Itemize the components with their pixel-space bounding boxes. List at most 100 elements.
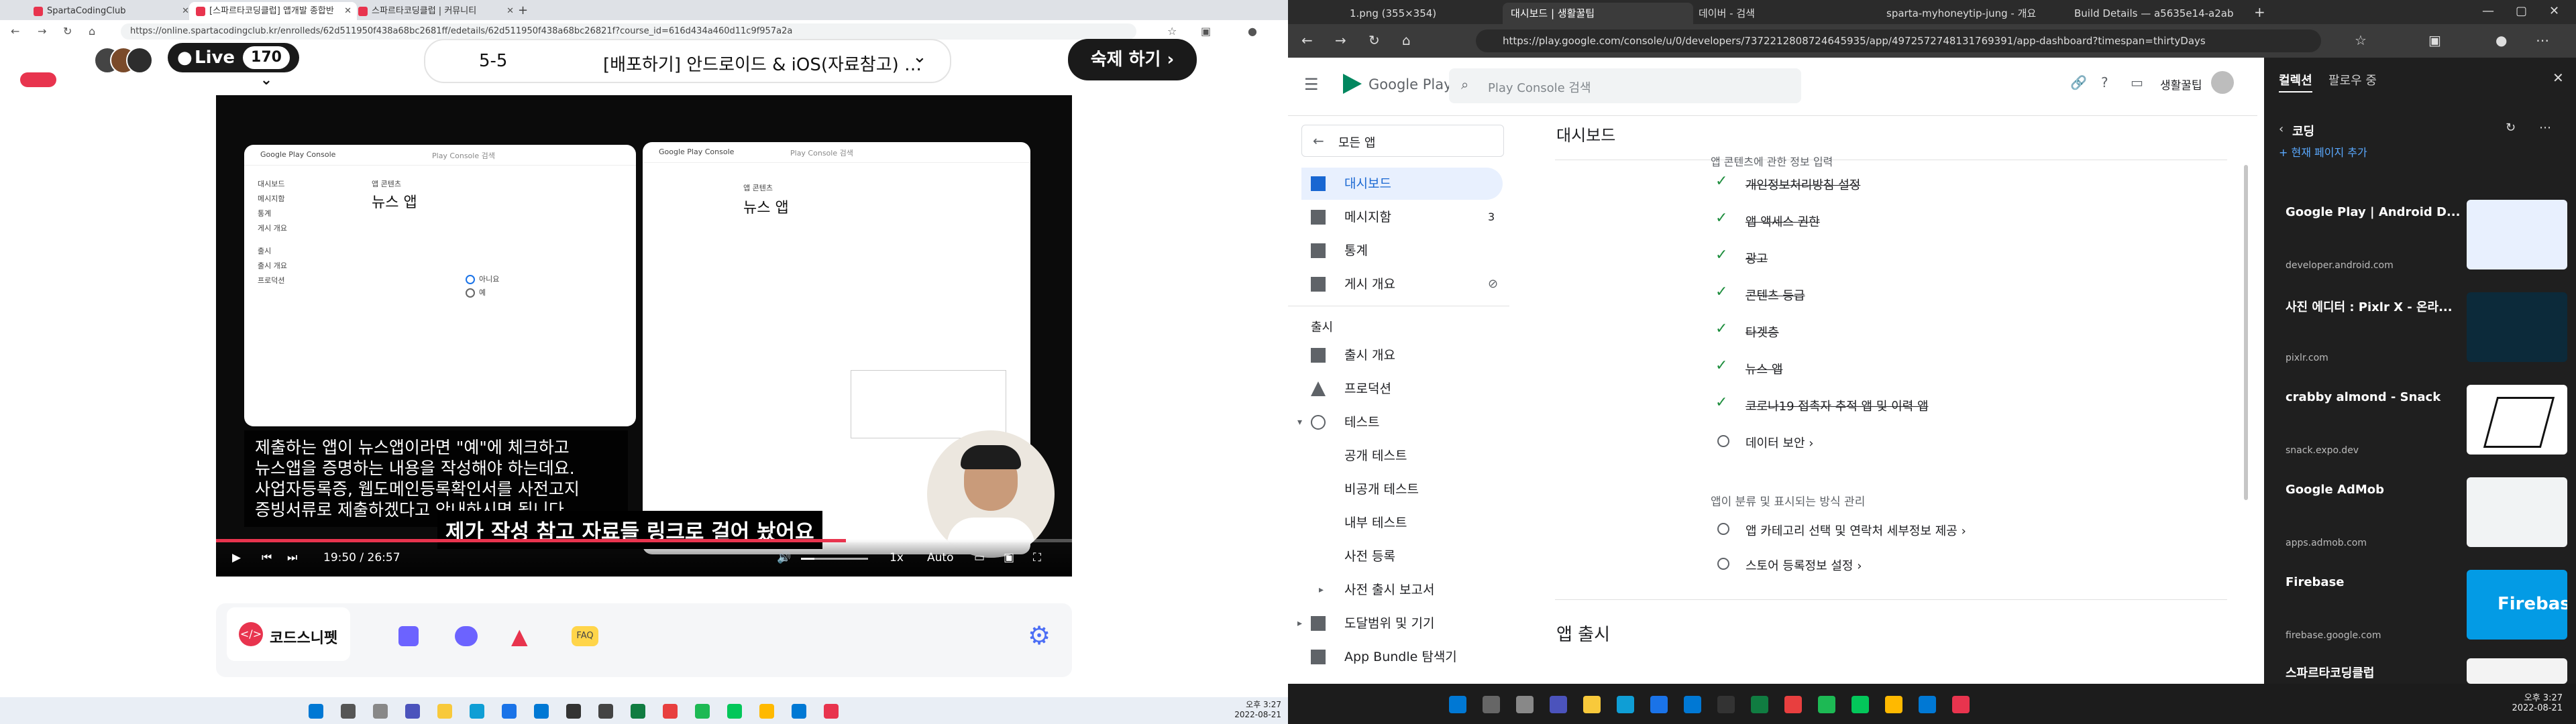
favorite-icon[interactable]: ☆	[2355, 32, 2367, 48]
quality-setting[interactable]: Auto	[927, 551, 953, 564]
homework-button[interactable]: 숙제 하기 ›	[1068, 39, 1197, 80]
browser-tab[interactable]: 1.png (355×354)	[1342, 3, 1505, 24]
gear-icon[interactable]: ⚙	[1028, 621, 1051, 650]
link-icon[interactable]: 🔗	[2070, 74, 2087, 90]
live-button[interactable]: ● Live 170 ⌄	[168, 43, 299, 88]
vscode-icon[interactable]	[1684, 696, 1701, 713]
nav-production[interactable]: 프로덕션	[1301, 373, 1503, 405]
back-icon[interactable]: ←	[1301, 32, 1313, 48]
windows-start-icon[interactable]	[309, 704, 323, 719]
browser-tab[interactable]: Build Details — a5635e14-a2ab	[2066, 3, 2257, 24]
sticky-notes-icon[interactable]	[759, 704, 774, 719]
tab-collections[interactable]: 컬렉션	[2279, 71, 2312, 93]
nav-release-overview[interactable]: 출시 개요	[1301, 339, 1503, 371]
skip-forward-icon[interactable]: ⏭	[287, 551, 297, 564]
profile-icon[interactable]: ●	[2496, 32, 2507, 48]
vscode-icon[interactable]	[792, 704, 806, 719]
app-icon[interactable]	[598, 704, 613, 719]
naver-icon[interactable]	[727, 704, 742, 719]
terminal-icon[interactable]	[1717, 696, 1735, 713]
home-icon[interactable]: ⌂	[89, 25, 95, 38]
collections-icon[interactable]: ▣	[1201, 25, 1211, 38]
task-pending[interactable]: 앱 카테고리 선택 및 연락처 세부정보 제공 ›	[1746, 522, 1966, 539]
chevron-down-icon[interactable]: ⌄	[912, 47, 927, 67]
app-icon[interactable]	[1952, 696, 1970, 713]
browser-tab[interactable]: SpartaCodingClub ✕	[27, 2, 195, 20]
volume-icon[interactable]: 🔊	[777, 551, 791, 564]
scrollbar[interactable]	[2244, 165, 2248, 500]
collection-card[interactable]: Google AdMob apps.admob.com	[2279, 477, 2567, 563]
sticky-notes-icon[interactable]	[1885, 696, 1902, 713]
chevron-down-icon[interactable]: ▾	[1297, 406, 1302, 438]
add-current-page-link[interactable]: + 현재 페이지 추가	[2279, 143, 2367, 160]
collection-card[interactable]: crabby almond - Snack snack.expo.dev	[2279, 385, 2567, 471]
search-icon[interactable]	[341, 704, 356, 719]
close-icon[interactable]: ✕	[2549, 4, 2559, 18]
task-done[interactable]: 코로나19 접촉자 추적 앱 및 이력 앱	[1746, 397, 1929, 414]
nav-publish-overview[interactable]: 게시 개요 ⊘	[1301, 268, 1503, 300]
teams-icon[interactable]	[1550, 696, 1567, 713]
task-view-icon[interactable]	[1516, 696, 1534, 713]
url-field[interactable]: https://play.google.com/console/u/0/deve…	[1476, 29, 2321, 52]
vscode-icon[interactable]	[1919, 696, 1936, 713]
excel-icon[interactable]	[1751, 696, 1768, 713]
nav-internal-test[interactable]: 내부 테스트	[1301, 507, 1503, 539]
favorite-icon[interactable]: ☆	[1167, 25, 1177, 38]
nav-stats[interactable]: 통계	[1301, 235, 1503, 267]
task-done[interactable]: 개인정보처리방침 설정	[1746, 176, 1860, 193]
back-icon[interactable]: ←	[11, 25, 19, 38]
browser-tab[interactable]: 스파르타코딩클럽 | 커뮤니티 ✕	[352, 2, 519, 20]
refresh-icon[interactable]: ↻	[2506, 121, 2516, 135]
more-icon[interactable]: ⋯	[2536, 32, 2549, 48]
url-field[interactable]: https://online.spartacodingclub.kr/enrol…	[121, 23, 1136, 40]
chevron-right-icon[interactable]: ▸	[1297, 607, 1302, 640]
spotify-icon[interactable]	[1818, 696, 1835, 713]
spotify-icon[interactable]	[695, 704, 710, 719]
naver-icon[interactable]	[1851, 696, 1869, 713]
volume-slider[interactable]	[801, 558, 868, 560]
collection-card[interactable]: Firebase firebase.google.com Firebase	[2279, 570, 2567, 656]
youtube-icon[interactable]	[1784, 696, 1802, 713]
profile-icon[interactable]: ●	[1248, 25, 1257, 38]
collections-icon[interactable]: ▣	[2428, 32, 2441, 48]
video-progress-bar[interactable]	[216, 539, 1072, 542]
nav-pre-launch-report[interactable]: ▸ 사전 출시 보고서	[1301, 574, 1503, 606]
console-search[interactable]: ⌕ Play Console 검색	[1449, 68, 1801, 103]
edge-icon[interactable]	[470, 704, 484, 719]
nav-reach-devices[interactable]: ▸ 도달범위 및 기기	[1297, 607, 1503, 640]
chat-icon[interactable]	[455, 626, 478, 646]
forward-icon[interactable]: →	[38, 25, 46, 38]
tab-code-snippet[interactable]: </> 코드스니펫	[227, 607, 350, 661]
tab-following[interactable]: 팔로우 중	[2328, 71, 2377, 88]
windows-start-icon[interactable]	[1449, 696, 1466, 713]
lesson-selector[interactable]: 5-5 [배포하기] 안드로이드 & iOS(자료참고) … ⌄	[424, 39, 951, 83]
help-icon[interactable]: ?	[2101, 74, 2108, 90]
excel-icon[interactable]	[631, 704, 645, 719]
warning-icon[interactable]: ▲	[511, 623, 528, 649]
play-icon[interactable]: ▶	[232, 551, 241, 564]
forward-icon[interactable]: →	[1335, 32, 1346, 48]
browser-tab-active[interactable]: [스파르타코딩클럽] 앱개발 종합반 ✕	[189, 2, 357, 20]
collection-card[interactable]: Google Play | Android D... developer.andr…	[2279, 200, 2567, 286]
task-done[interactable]: 타겟층	[1746, 323, 1779, 341]
nav-inbox[interactable]: 메시지함 3	[1301, 201, 1503, 233]
task-done[interactable]: 광고	[1746, 249, 1768, 267]
close-icon[interactable]: ✕	[2553, 70, 2564, 86]
home-icon[interactable]: ⌂	[1402, 32, 1411, 48]
nav-dashboard[interactable]: 대시보드	[1301, 168, 1503, 200]
task-done[interactable]: 콘텐츠 등급	[1746, 286, 1805, 304]
new-tab-icon[interactable]: +	[2254, 4, 2265, 20]
skip-back-icon[interactable]: ⏮	[262, 551, 272, 564]
task-pending[interactable]: 데이터 보안 ›	[1746, 434, 1813, 451]
chevron-right-icon[interactable]: ▸	[1319, 574, 1324, 606]
search-icon[interactable]	[1483, 696, 1500, 713]
task-done[interactable]: 뉴스 앱	[1746, 360, 1782, 377]
playback-speed[interactable]: 1x	[890, 551, 904, 564]
close-icon[interactable]: ✕	[506, 2, 514, 20]
captions-icon[interactable]: ▭	[974, 551, 985, 564]
back-icon[interactable]: ‹	[2279, 122, 2284, 136]
fullscreen-icon[interactable]: ⛶	[1033, 551, 1041, 564]
pip-icon[interactable]: ▣	[1004, 551, 1014, 564]
chrome-icon[interactable]	[1650, 696, 1668, 713]
browser-tab[interactable]: sparta-myhoneytip-jung - 개요	[1878, 3, 2069, 24]
